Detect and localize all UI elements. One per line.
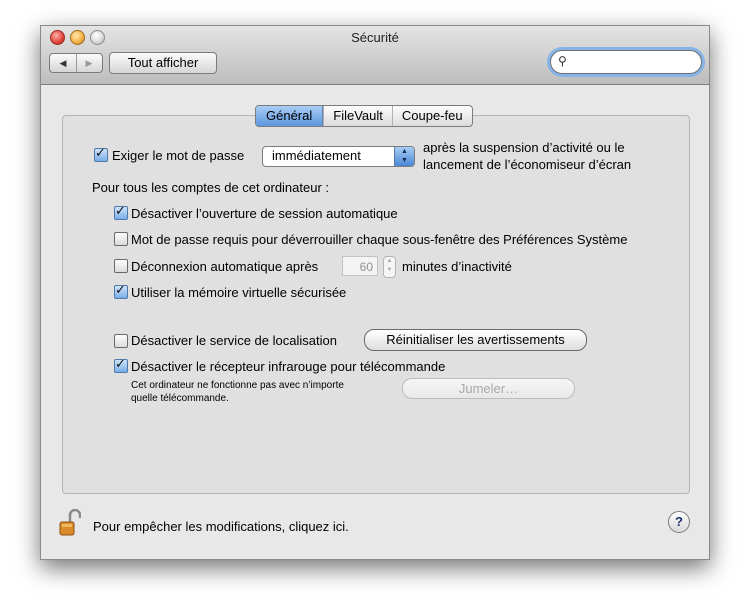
auto-logout-suffix: minutes d’inactivité — [402, 259, 512, 274]
ir-note-line2: quelle télécommande. — [131, 393, 229, 404]
window-title: Sécurité — [351, 30, 399, 45]
require-password-panes-checkbox[interactable] — [114, 232, 128, 246]
show-all-button[interactable]: Tout afficher — [109, 52, 217, 74]
disable-auto-login-label: Désactiver l’ouverture de session automa… — [131, 206, 398, 221]
require-password-checkbox[interactable] — [94, 145, 108, 162]
secure-virtual-memory-checkbox[interactable] — [114, 282, 128, 299]
help-button[interactable]: ? — [668, 511, 690, 533]
password-delay-value: immédiatement — [272, 148, 361, 163]
disable-location-label: Désactiver le service de localisation — [131, 333, 337, 348]
password-delay-suffix-line1: après la suspension d’activité ou le — [423, 140, 625, 155]
disable-ir-receiver-checkbox[interactable] — [114, 356, 128, 373]
forward-button[interactable]: ▶ — [76, 54, 102, 72]
reset-warnings-button[interactable]: Réinitialiser les avertissements — [364, 329, 587, 351]
disable-location-checkbox[interactable] — [114, 334, 128, 348]
tab-firewall[interactable]: Coupe-feu — [391, 106, 472, 126]
tab-general[interactable]: Général — [256, 106, 324, 126]
auto-logout-minutes-field[interactable]: 60 — [342, 256, 378, 276]
all-accounts-heading: Pour tous les comptes de cet ordinateur … — [92, 180, 330, 195]
unlocked-padlock-icon[interactable] — [59, 509, 81, 537]
pair-remote-button[interactable]: Jumeler… — [402, 378, 575, 399]
secure-virtual-memory-label: Utiliser la mémoire virtuelle sécurisée — [131, 285, 347, 300]
back-button[interactable]: ◀ — [50, 54, 77, 72]
security-preferences-window: Sécurité ◀ ▶ Tout afficher ⚲ Général Fil… — [40, 25, 710, 560]
auto-logout-minutes-stepper[interactable]: ▲ ▼ — [383, 256, 396, 278]
disable-auto-login-checkbox[interactable] — [114, 203, 128, 220]
require-password-label: Exiger le mot de passe — [112, 148, 245, 163]
navigation-segment: ◀ ▶ — [49, 53, 103, 73]
ir-note-line1: Cet ordinateur ne fonctionne pas avec n’… — [131, 380, 344, 391]
auto-logout-label: Déconnexion automatique après — [131, 259, 319, 274]
disable-ir-receiver-label: Désactiver le récepteur infrarouge pour … — [131, 359, 446, 374]
auto-logout-checkbox[interactable] — [114, 259, 128, 273]
password-delay-popup[interactable]: immédiatement ▲ ▼ — [262, 146, 415, 167]
popup-arrows-icon: ▲ ▼ — [394, 147, 414, 166]
lock-instructions: Pour empêcher les modifications, cliquez… — [93, 519, 349, 534]
password-delay-suffix-line2: lancement de l’économiseur d’écran — [423, 157, 632, 172]
require-password-panes-label: Mot de passe requis pour déverrouiller c… — [131, 232, 628, 247]
search-input[interactable] — [573, 53, 695, 71]
search-icon: ⚲ — [558, 54, 567, 68]
title-bar: Sécurité ◀ ▶ Tout afficher ⚲ — [41, 26, 709, 85]
tab-bar: Général FileVault Coupe-feu — [255, 105, 473, 127]
tab-filevault[interactable]: FileVault — [323, 106, 392, 126]
search-field[interactable]: ⚲ — [550, 50, 702, 74]
